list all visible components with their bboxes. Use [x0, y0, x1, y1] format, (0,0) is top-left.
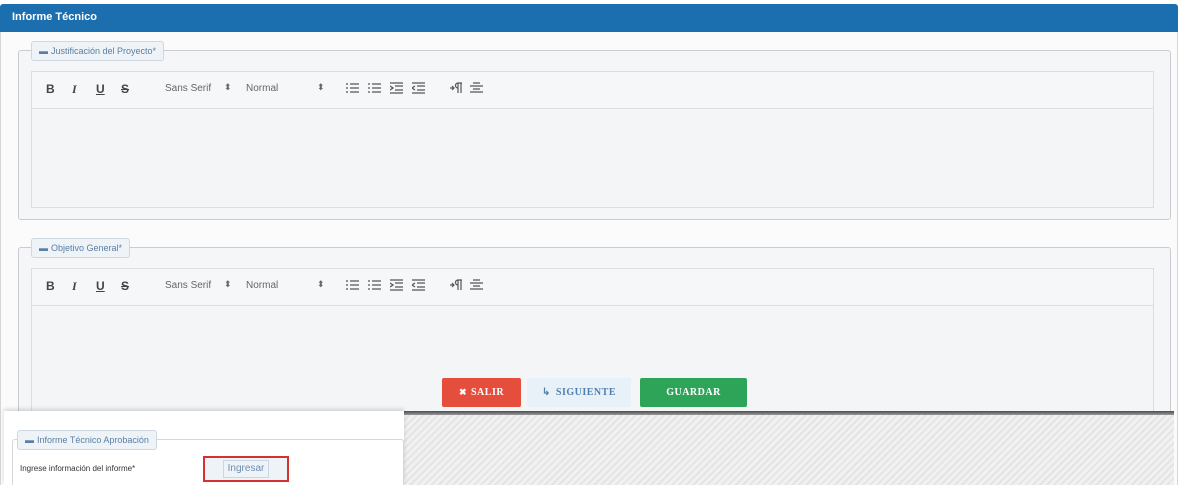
salir-label: SALIR: [470, 387, 505, 398]
strike-button[interactable]: S: [121, 279, 129, 293]
bold-button[interactable]: B: [46, 279, 55, 293]
text-direction-icon[interactable]: [450, 279, 463, 291]
aprobacion-legend-label: Informe Técnico Aprobación: [37, 435, 149, 445]
collapse-icon: ▬: [39, 46, 48, 56]
bullet-list-icon[interactable]: [368, 82, 381, 94]
justificacion-text-area[interactable]: [32, 110, 1153, 207]
panel-header: Informe Técnico: [0, 4, 1178, 32]
guardar-button[interactable]: GUARDAR: [640, 378, 747, 407]
ingresar-label: Ingresar: [222, 460, 270, 478]
siguiente-label: SIGUIENTE: [555, 387, 616, 398]
italic-button[interactable]: I: [72, 82, 77, 97]
salir-button[interactable]: ✖ SALIR: [442, 378, 521, 407]
bold-button[interactable]: B: [46, 82, 55, 96]
align-icon[interactable]: [470, 82, 483, 94]
outdent-icon[interactable]: [412, 82, 425, 94]
align-icon[interactable]: [470, 279, 483, 291]
strike-button[interactable]: S: [121, 82, 129, 96]
overlay-backdrop: [404, 415, 1174, 485]
justificacion-legend[interactable]: ▬ Justificación del Proyecto*: [31, 41, 165, 61]
justificacion-editor: B I U S Sans Serif ⬍ Normal ⬍: [31, 71, 1154, 208]
justificacion-legend-label: Justificación del Proyecto*: [51, 46, 157, 56]
collapse-icon: ▬: [39, 243, 48, 253]
ordered-list-icon[interactable]: [346, 279, 359, 291]
guardar-label: GUARDAR: [666, 387, 721, 398]
font-select[interactable]: Sans Serif: [165, 83, 211, 94]
close-icon: ✖: [458, 387, 467, 397]
size-select[interactable]: Normal: [246, 83, 278, 94]
size-select-arrow-icon[interactable]: ⬍: [317, 279, 325, 290]
ordered-list-icon[interactable]: [346, 82, 359, 94]
indent-icon[interactable]: [390, 279, 403, 291]
underline-button[interactable]: U: [96, 279, 105, 293]
text-direction-icon[interactable]: [450, 82, 463, 94]
ingresar-button[interactable]: Ingresar: [203, 456, 289, 482]
editor-toolbar: B I U S Sans Serif ⬍ Normal ⬍: [32, 269, 1153, 306]
indent-icon[interactable]: [390, 82, 403, 94]
siguiente-button[interactable]: ↳ SIGUIENTE: [527, 378, 631, 407]
objetivo-legend-label: Objetivo General*: [51, 243, 123, 253]
editor-toolbar: B I U S Sans Serif ⬍ Normal ⬍: [32, 72, 1153, 109]
aprobacion-legend[interactable]: ▬ Informe Técnico Aprobación: [17, 430, 157, 450]
ingresar-informe-label: Ingrese información del informe*: [20, 464, 136, 473]
bullet-list-icon[interactable]: [368, 279, 381, 291]
size-select-arrow-icon[interactable]: ⬍: [317, 82, 325, 93]
font-select-arrow-icon[interactable]: ⬍: [224, 82, 232, 93]
italic-button[interactable]: I: [72, 279, 77, 294]
objetivo-legend[interactable]: ▬ Objetivo General*: [31, 238, 131, 258]
outdent-icon[interactable]: [412, 279, 425, 291]
panel-title: Informe Técnico: [12, 11, 97, 23]
underline-button[interactable]: U: [96, 82, 105, 96]
font-select-arrow-icon[interactable]: ⬍: [224, 279, 232, 290]
justificacion-fieldset: ▬ Justificación del Proyecto* B I U S San…: [18, 41, 1171, 220]
size-select[interactable]: Normal: [246, 280, 278, 291]
next-arrow-icon: ↳: [542, 387, 551, 398]
collapse-icon: ▬: [25, 435, 34, 445]
font-select[interactable]: Sans Serif: [165, 280, 211, 291]
